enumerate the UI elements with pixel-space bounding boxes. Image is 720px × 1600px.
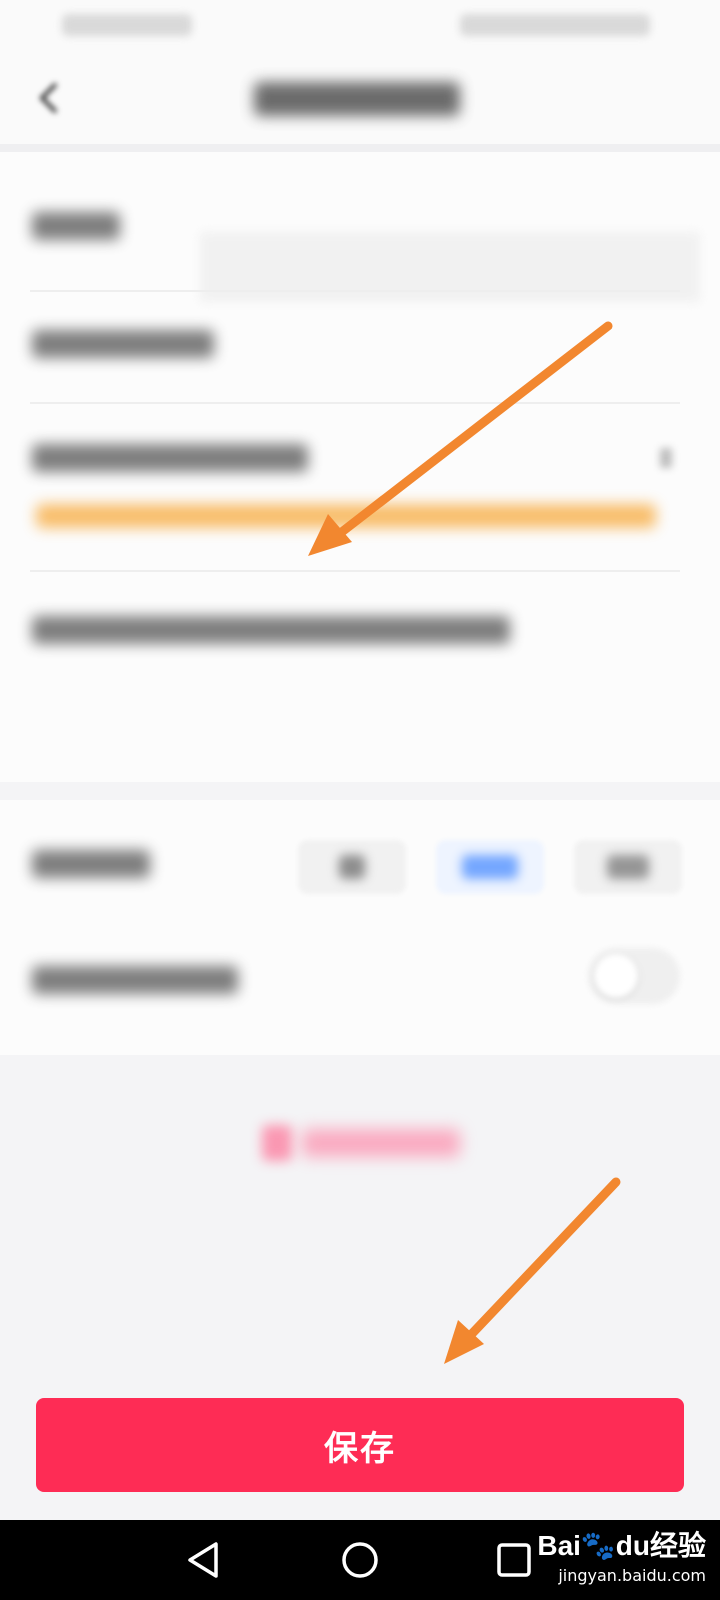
recipient-name-field[interactable]: [32, 212, 120, 240]
divider: [30, 290, 680, 292]
detailed-address-field[interactable]: [32, 616, 510, 644]
status-right-icons: [460, 14, 650, 36]
watermark-logo: Bai🐾du经验: [537, 1530, 706, 1561]
app-header: [0, 52, 720, 152]
tag-option-company[interactable]: [436, 840, 544, 894]
tag-option-home[interactable]: [298, 840, 406, 894]
baidu-jingyan-watermark: Bai🐾du经验 jingyan.baidu.com: [537, 1524, 706, 1585]
set-default-label: [32, 966, 238, 994]
tag-option-school[interactable]: [574, 840, 682, 894]
address-options: [0, 800, 720, 1055]
system-nav-bar: Bai🐾du经验 jingyan.baidu.com: [0, 1520, 720, 1600]
status-left-icons: [62, 14, 192, 36]
delete-address-button[interactable]: [0, 1085, 720, 1205]
address-tag-label: [32, 850, 150, 878]
nav-home-icon[interactable]: [336, 1536, 384, 1584]
watermark-url: jingyan.baidu.com: [558, 1566, 706, 1585]
arrow-head: [444, 1320, 484, 1364]
divider: [30, 570, 680, 572]
divider: [30, 402, 680, 404]
trash-icon: [262, 1125, 292, 1161]
region-warning-text: [36, 504, 656, 528]
back-arrow-icon[interactable]: [34, 80, 64, 116]
address-form: [0, 152, 720, 782]
nav-recents-icon[interactable]: [490, 1536, 538, 1584]
default-address-toggle[interactable]: [588, 948, 680, 1004]
arrow-line: [461, 1177, 621, 1345]
chevron-right-icon: [660, 448, 672, 468]
delete-address-label: [302, 1129, 460, 1157]
region-selector[interactable]: [32, 444, 308, 472]
phone-number-field[interactable]: [32, 330, 214, 358]
save-button[interactable]: 保存: [36, 1398, 684, 1492]
status-bar: [0, 0, 720, 52]
page-title: [254, 82, 460, 116]
nav-back-icon[interactable]: [182, 1536, 230, 1584]
